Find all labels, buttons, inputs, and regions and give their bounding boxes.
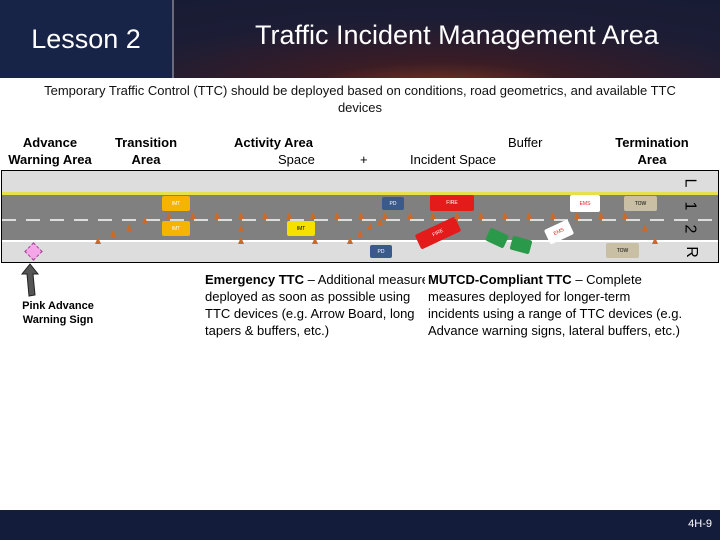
zone-termination: Termination Area xyxy=(606,134,698,168)
text-line: – Complete xyxy=(571,272,642,287)
traffic-cone xyxy=(502,212,508,219)
traffic-cone xyxy=(190,212,196,219)
traffic-cone xyxy=(334,212,340,219)
mutcd-ttc-text: MUTCD-Compliant TTC – Complete measures … xyxy=(428,271,718,339)
zone-label: Advance xyxy=(22,135,78,150)
arrow-up-icon xyxy=(20,263,40,297)
traffic-cone xyxy=(526,212,532,219)
traffic-cone xyxy=(95,237,101,244)
imt-truck: IMT xyxy=(162,196,190,211)
traffic-cone xyxy=(550,212,556,219)
lane-label-2: 2 xyxy=(681,224,699,234)
traffic-cone xyxy=(262,212,268,219)
zone-buffer: Buffer xyxy=(508,135,543,150)
traffic-cone xyxy=(310,212,316,219)
traffic-cone xyxy=(377,218,383,225)
lane-label-left: L xyxy=(681,178,699,188)
zone-label: Transition xyxy=(114,135,178,150)
traffic-cone xyxy=(574,212,580,219)
text-line: – Additional measures xyxy=(303,272,425,287)
traffic-cone xyxy=(238,225,244,232)
text-line: TTC devices (e.g. Arrow Board, long xyxy=(205,306,415,321)
traffic-cone xyxy=(622,212,628,219)
traffic-cone xyxy=(454,212,460,219)
traffic-cone xyxy=(430,212,436,219)
traffic-cone xyxy=(238,212,244,219)
text-line: incidents using a range of TTC devices (… xyxy=(428,306,683,321)
zone-plus: + xyxy=(360,152,368,167)
tow-truck: TOW xyxy=(606,243,639,258)
mutcd-ttc-title: MUTCD-Compliant TTC xyxy=(428,272,572,287)
zone-label: Area xyxy=(131,152,161,167)
traffic-cone xyxy=(357,230,363,237)
arrow-board-truck: IMT xyxy=(287,221,315,236)
traffic-cone xyxy=(347,237,353,244)
tow-truck: TOW xyxy=(624,196,657,211)
pink-warning-sign xyxy=(24,242,43,261)
traffic-cone xyxy=(367,223,373,230)
zone-advance-warning: Advance Warning Area xyxy=(4,134,96,168)
traffic-cone xyxy=(286,212,292,219)
zone-label: Warning Area xyxy=(8,152,92,167)
page-number: 4H-9 xyxy=(688,518,712,530)
imt-truck: IMT xyxy=(162,221,190,236)
lane-label-1: 1 xyxy=(681,201,699,211)
traffic-cone xyxy=(642,224,648,231)
ambulance: EMS xyxy=(570,195,600,212)
text-line: measures deployed for longer-term xyxy=(428,289,631,304)
traffic-cone xyxy=(126,224,132,231)
subtitle: Temporary Traffic Control (TTC) should b… xyxy=(44,83,676,115)
police-car: PD xyxy=(370,245,392,258)
lane-label-right: R xyxy=(682,246,700,258)
zone-label: Termination xyxy=(615,135,689,150)
traffic-cone xyxy=(407,212,413,219)
slide-title: Traffic Incident Management Area xyxy=(255,20,659,50)
text-line: deployed as soon as possible using xyxy=(205,289,411,304)
traffic-cone xyxy=(358,212,364,219)
police-car: PD xyxy=(382,197,404,210)
traffic-cone xyxy=(142,217,148,224)
emergency-ttc-title: Emergency TTC xyxy=(205,272,304,287)
traffic-cone xyxy=(110,230,116,237)
footer-bar: 4H-9 xyxy=(0,510,720,540)
traffic-cone xyxy=(166,212,172,219)
zone-label: Area xyxy=(637,152,667,167)
text-line: Advance warning signs, lateral buffers, … xyxy=(428,323,680,338)
text-line: tapers & buffers, etc.) xyxy=(205,323,330,338)
road-diagram: L 1 2 R IMT IMT IMT PD PD FIRE FIRE EMS … xyxy=(1,170,719,263)
pink-sign-label: Pink Advance Warning Sign xyxy=(22,300,94,326)
zone-transition: Transition Area xyxy=(106,134,186,168)
zone-activity: Activity Area xyxy=(234,135,313,150)
traffic-cone xyxy=(652,237,658,244)
emergency-ttc-text: Emergency TTC – Additional measures depl… xyxy=(205,271,425,339)
traffic-cone xyxy=(238,237,244,244)
lesson-label: Lesson 2 xyxy=(0,0,174,78)
zone-space: Space xyxy=(278,152,315,167)
fire-truck: FIRE xyxy=(430,195,474,211)
zone-incident: Incident Space xyxy=(410,152,497,167)
header-banner: Lesson 2 Traffic Incident Management Are… xyxy=(0,0,720,78)
lane-divider xyxy=(2,219,718,221)
traffic-cone xyxy=(312,237,318,244)
traffic-cone xyxy=(598,212,604,219)
traffic-cone xyxy=(214,212,220,219)
traffic-cone xyxy=(478,212,484,219)
